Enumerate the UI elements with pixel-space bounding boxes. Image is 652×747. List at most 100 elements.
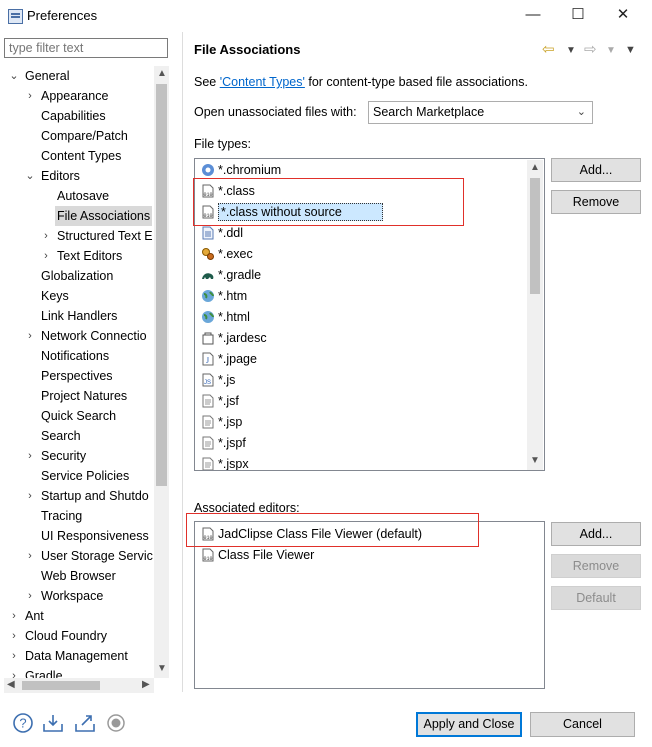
tree-item-label: General bbox=[25, 69, 70, 83]
jar-icon bbox=[201, 331, 215, 345]
title-bar: Preferences — ☐ ✕ bbox=[0, 0, 652, 32]
expand-chevron-right-icon[interactable]: › bbox=[8, 646, 20, 666]
file-type-label: *.jspf bbox=[218, 436, 246, 450]
apply-and-close-button[interactable]: Apply and Close bbox=[416, 712, 522, 737]
tree-vertical-scrollbar[interactable]: ▲ ▼ bbox=[154, 66, 169, 678]
scroll-up-icon[interactable]: ▲ bbox=[530, 162, 540, 173]
expand-chevron-right-icon[interactable]: › bbox=[40, 226, 52, 246]
editor-label: Class File Viewer bbox=[218, 548, 315, 562]
content-types-description: See 'Content Types' for content-type bas… bbox=[194, 75, 528, 89]
tree-item-label: Service Policies bbox=[41, 469, 130, 483]
tree-item-label: Tracing bbox=[41, 509, 83, 523]
tree-item-label: Structured Text E bbox=[57, 229, 153, 243]
back-menu-chevron-icon[interactable]: ▼ bbox=[566, 45, 576, 56]
maximize-button[interactable]: ☐ bbox=[555, 4, 601, 28]
scroll-down-icon[interactable]: ▼ bbox=[157, 663, 167, 674]
tree-item-label: Capabilities bbox=[41, 109, 106, 123]
expand-chevron-right-icon[interactable]: › bbox=[24, 486, 36, 506]
tree-item-label: Globalization bbox=[41, 269, 114, 283]
tree-item-label: Content Types bbox=[41, 149, 122, 163]
scroll-right-icon[interactable]: ▶ bbox=[142, 679, 150, 690]
tree-item-label: Keys bbox=[41, 289, 69, 303]
file-type-label: *.js bbox=[218, 373, 236, 387]
file-types-scrollbar[interactable]: ▲ ▼ bbox=[527, 160, 543, 470]
svg-text:010: 010 bbox=[203, 556, 212, 562]
filter-input[interactable] bbox=[4, 38, 168, 58]
file-type-label: *.jsp bbox=[218, 415, 243, 429]
expand-chevron-right-icon[interactable]: › bbox=[24, 86, 36, 106]
tree-item-label: Notifications bbox=[41, 349, 110, 363]
scroll-thumb[interactable] bbox=[22, 681, 100, 690]
svg-text:?: ? bbox=[19, 716, 26, 731]
see-prefix: See bbox=[194, 75, 220, 89]
expand-chevron-right-icon[interactable]: › bbox=[24, 546, 36, 566]
tree-item-label: Workspace bbox=[41, 589, 104, 603]
editors-add-button[interactable]: Add... bbox=[551, 522, 641, 546]
tree-item-label: Network Connectio bbox=[41, 329, 147, 343]
file-types-add-button[interactable]: Add... bbox=[551, 158, 641, 182]
globe-icon bbox=[201, 310, 215, 324]
view-menu-icon[interactable]: ▼ bbox=[625, 44, 636, 56]
page-title: File Associations bbox=[194, 42, 301, 57]
expand-chevron-right-icon[interactable]: › bbox=[24, 326, 36, 346]
svg-text:J: J bbox=[206, 356, 209, 365]
expand-chevron-down-icon[interactable]: ⌄ bbox=[24, 166, 36, 186]
tree-item-label: Autosave bbox=[57, 189, 110, 203]
file-types-remove-button[interactable]: Remove bbox=[551, 190, 641, 214]
expand-chevron-right-icon[interactable]: › bbox=[8, 606, 20, 626]
minimize-button[interactable]: — bbox=[510, 4, 556, 28]
expand-chevron-right-icon[interactable]: › bbox=[8, 626, 20, 646]
help-icon[interactable]: ? bbox=[12, 712, 34, 734]
tree-item-label: Cloud Foundry bbox=[25, 629, 107, 643]
tree-item-label: Ant bbox=[25, 609, 44, 623]
tree-item-label: Data Management bbox=[25, 649, 128, 663]
open-unassociated-value: Search Marketplace bbox=[373, 105, 485, 119]
tree-item-label: UI Responsiveness bbox=[41, 529, 149, 543]
file-type-label: *.jardesc bbox=[218, 331, 267, 345]
expand-chevron-down-icon[interactable]: ⌄ bbox=[8, 66, 20, 86]
preferences-tree: ⌄ General › Appearance Capabilities Compare/P… bbox=[4, 66, 154, 678]
tree-item-label: File Associations bbox=[55, 206, 153, 226]
jadclipse-highlight-box bbox=[186, 513, 479, 547]
ddl-file-icon bbox=[201, 226, 215, 240]
tree-item-label: Link Handlers bbox=[41, 309, 118, 323]
open-unassociated-select[interactable]: Search Marketplace ⌄ bbox=[368, 101, 593, 124]
file-type-label: *.gradle bbox=[218, 268, 262, 282]
record-icon[interactable] bbox=[105, 712, 127, 734]
panel-divider[interactable] bbox=[182, 32, 183, 692]
text-file-icon bbox=[201, 415, 215, 429]
text-file-icon bbox=[201, 436, 215, 450]
editors-default-button[interactable]: Default bbox=[551, 586, 641, 610]
file-type-label: *.exec bbox=[218, 247, 253, 261]
tree-item-label: Gradle bbox=[25, 669, 63, 678]
import-icon[interactable] bbox=[42, 712, 64, 734]
forward-menu-chevron-icon[interactable]: ▼ bbox=[606, 45, 616, 56]
chevron-down-icon: ⌄ bbox=[576, 106, 586, 118]
expand-chevron-right-icon[interactable]: › bbox=[24, 446, 36, 466]
export-icon[interactable] bbox=[74, 712, 96, 734]
scroll-thumb[interactable] bbox=[530, 178, 540, 294]
tree-horizontal-scrollbar[interactable]: ◀ ▶ bbox=[4, 678, 154, 693]
scroll-thumb[interactable] bbox=[156, 84, 167, 486]
class-types-highlight-box bbox=[193, 178, 464, 226]
gradle-elephant-icon bbox=[201, 268, 215, 282]
editors-remove-button[interactable]: Remove bbox=[551, 554, 641, 578]
close-button[interactable]: ✕ bbox=[600, 4, 646, 28]
expand-chevron-right-icon[interactable]: › bbox=[24, 586, 36, 606]
tree-item-label: Text Editors bbox=[57, 249, 123, 263]
globe-icon bbox=[201, 289, 215, 303]
tree-item-label: Perspectives bbox=[41, 369, 113, 383]
expand-chevron-right-icon[interactable]: › bbox=[8, 666, 20, 678]
content-types-link[interactable]: 'Content Types' bbox=[220, 75, 305, 89]
expand-chevron-right-icon[interactable]: › bbox=[40, 246, 52, 266]
window-title: Preferences bbox=[27, 8, 98, 23]
back-arrow-icon[interactable]: ⇦ bbox=[542, 40, 555, 58]
scroll-up-icon[interactable]: ▲ bbox=[157, 68, 167, 79]
scroll-left-icon[interactable]: ◀ bbox=[7, 679, 15, 690]
js-file-icon: JS bbox=[201, 373, 215, 387]
file-type-label: *.html bbox=[218, 310, 250, 324]
cancel-button[interactable]: Cancel bbox=[530, 712, 635, 737]
forward-arrow-icon[interactable]: ⇨ bbox=[584, 40, 597, 58]
scroll-down-icon[interactable]: ▼ bbox=[530, 455, 540, 466]
preferences-window-icon bbox=[8, 9, 23, 24]
